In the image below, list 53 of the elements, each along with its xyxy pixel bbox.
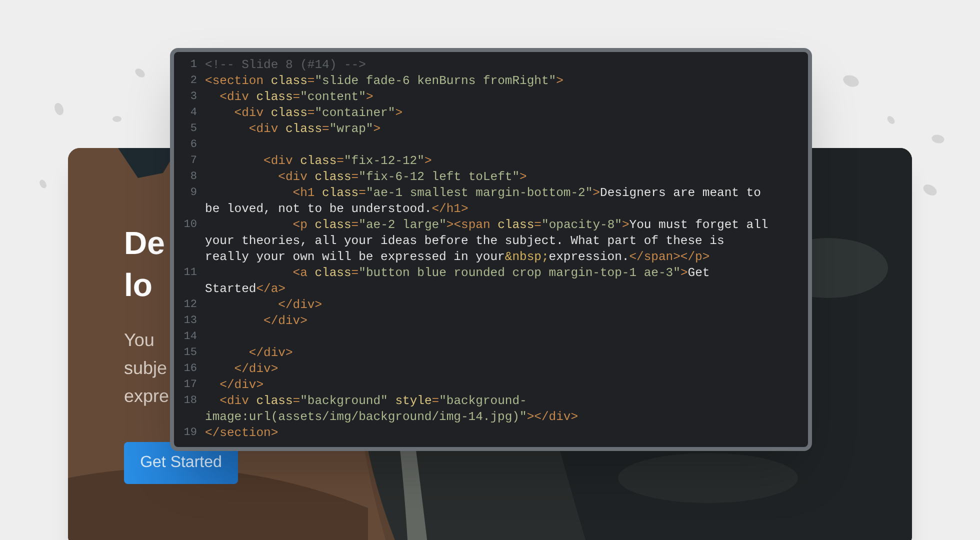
line-number: 17 — [184, 378, 197, 393]
slide-text: You — [124, 329, 154, 352]
code-line: </div> — [262, 313, 308, 329]
code-line: <a class="button blue rounded crop margin-top-1 ae-3">Get — [292, 265, 710, 281]
code-line: be loved, not to be understood.</h1> — [205, 201, 468, 217]
line-number: 8 — [190, 170, 197, 185]
petal-icon — [134, 66, 146, 80]
line-number: 5 — [190, 122, 197, 137]
line-number: 7 — [190, 154, 197, 169]
line-number: 6 — [190, 138, 197, 153]
petal-icon — [112, 114, 122, 124]
line-number: 10 — [184, 218, 197, 233]
code-line: <p class="ae-2 large"><span class="opacity-8">You must forget all — [292, 217, 768, 233]
code-line: <div class="fix-12-12"> — [262, 153, 432, 169]
code-line: </section> — [205, 425, 278, 441]
code-line: image:url(assets/img/background/img-14.jpg)"></div> — [205, 409, 578, 425]
code-line: </div> — [218, 377, 264, 393]
code-line: your theories, all your ideas before the subject. What part of these is — [205, 233, 724, 249]
code-line: </div> — [248, 345, 293, 361]
petal-icon — [38, 178, 48, 190]
line-number: 18 — [184, 394, 197, 409]
petal-icon — [930, 132, 946, 146]
code-line: <!-- Slide 8 (#14) --> — [205, 57, 366, 73]
slide-heading: lo — [124, 266, 152, 305]
code-line: Started</a> — [205, 281, 286, 297]
code-line: really your own will be expressed in your&nbsp;expression.</span></p> — [205, 249, 710, 265]
slide-text: subje — [124, 357, 168, 380]
line-number: 11 — [184, 266, 197, 281]
petal-icon — [842, 72, 860, 90]
code-line: <div class="background" style="background- — [218, 393, 527, 409]
line-number: 19 — [184, 426, 197, 441]
code-line: <div class="content"> — [218, 89, 374, 105]
line-number: 4 — [190, 106, 197, 121]
slide-text: expre — [124, 385, 170, 408]
code-line: </div> — [277, 297, 322, 313]
line-number: 9 — [190, 186, 197, 201]
line-number: 2 — [190, 74, 197, 89]
code-line: <section class="slide fade-6 kenBurns fromRight"> — [205, 73, 564, 89]
slide-heading: De — [124, 224, 165, 263]
line-number: 14 — [184, 330, 197, 345]
code-line: <div class="container"> — [233, 105, 403, 121]
line-number: 3 — [190, 90, 197, 105]
line-number: 12 — [184, 298, 197, 313]
line-number: 15 — [184, 346, 197, 361]
code-line: </div> — [233, 361, 278, 377]
petal-icon — [886, 114, 896, 126]
line-number: 1 — [190, 58, 197, 73]
petal-icon — [922, 182, 938, 198]
line-number: 16 — [184, 362, 197, 377]
code-line: <h1 class="ae-1 smallest margin-bottom-2">Designers are meant to — [292, 185, 761, 201]
line-number: 13 — [184, 314, 197, 329]
code-line: <div class="wrap"> — [248, 121, 381, 137]
code-line: <div class="fix-6-12 left toLeft"> — [277, 169, 527, 185]
